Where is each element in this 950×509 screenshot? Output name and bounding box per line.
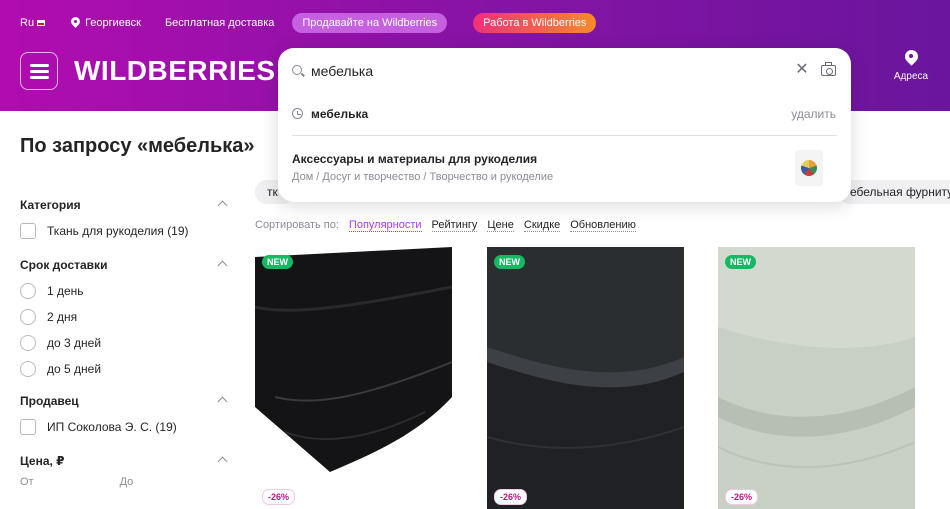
free-delivery-link[interactable]: Бесплатная доставка bbox=[165, 17, 274, 29]
product-card[interactable]: NEW -26% bbox=[487, 247, 684, 509]
search-panel: ✕ мебелька удалить Аксессуары и материал… bbox=[278, 48, 851, 202]
city-selector[interactable]: Георгиевск bbox=[71, 17, 141, 29]
product-card[interactable]: NEW -26% bbox=[255, 247, 452, 509]
filter-option-label: 2 дня bbox=[47, 310, 78, 324]
logo[interactable]: WILDBERRIES bbox=[74, 55, 276, 87]
filter-title: Продавец bbox=[20, 394, 79, 408]
language-selector[interactable]: Ru bbox=[20, 17, 46, 29]
chevron-up-icon bbox=[217, 396, 228, 407]
filter-option-label: ИП Соколова Э. С. (19) bbox=[47, 420, 177, 434]
history-query: мебелька bbox=[311, 107, 369, 121]
filter-option[interactable]: до 3 дней bbox=[20, 330, 230, 356]
work-at-wildberries-button[interactable]: Работа в Wildberries bbox=[473, 13, 597, 33]
sort-option-update[interactable]: Обновлению bbox=[570, 219, 636, 232]
filter-price-header[interactable]: Цена, ₽ bbox=[20, 454, 230, 470]
radio-button[interactable] bbox=[20, 361, 36, 377]
filter-seller-header[interactable]: Продавец bbox=[20, 394, 230, 410]
price-to-field[interactable]: До bbox=[120, 476, 134, 488]
filters-sidebar: Категория Ткань для рукоделия (19) Срок … bbox=[20, 198, 230, 488]
divider bbox=[292, 135, 837, 136]
history-icon bbox=[292, 108, 303, 119]
product-image bbox=[487, 247, 684, 509]
filter-option-label: до 3 дней bbox=[47, 336, 102, 350]
addresses-label: Адреса bbox=[893, 71, 929, 82]
flag-icon bbox=[37, 20, 46, 26]
new-badge: NEW bbox=[725, 255, 756, 269]
city-label: Георгиевск bbox=[85, 17, 141, 29]
filter-delivery-header[interactable]: Срок доставки bbox=[20, 258, 230, 274]
filter-option[interactable]: 1 день bbox=[20, 278, 230, 304]
filter-title: Срок доставки bbox=[20, 258, 108, 272]
search-history-item[interactable]: мебелька удалить bbox=[278, 100, 851, 128]
menu-line bbox=[30, 64, 49, 67]
filter-title: Цена, ₽ bbox=[20, 454, 65, 468]
category-chip[interactable]: ебельная фурниту bbox=[838, 180, 950, 204]
sort-bar: Сортировать по: Популярности Рейтингу Це… bbox=[255, 219, 636, 232]
location-pin-icon bbox=[905, 50, 918, 67]
page-title: По запросу «мебелька» bbox=[20, 135, 255, 157]
filter-option-label: Ткань для рукоделия (19) bbox=[47, 224, 189, 238]
delete-history-link[interactable]: удалить bbox=[791, 107, 836, 121]
new-badge: NEW bbox=[262, 255, 293, 269]
sort-label: Сортировать по: bbox=[255, 219, 339, 231]
suggestion-thumbnail bbox=[795, 150, 823, 186]
search-bar: ✕ bbox=[278, 48, 851, 94]
discount-badge: -26% bbox=[494, 489, 528, 505]
suggestion-path: Дом / Досуг и творчество / Творчество и … bbox=[292, 171, 554, 183]
filter-option-label: до 5 дней bbox=[47, 362, 102, 376]
chevron-up-icon bbox=[217, 260, 228, 271]
discount-badge: -26% bbox=[725, 489, 759, 505]
language-label: Ru bbox=[20, 17, 35, 29]
search-input[interactable] bbox=[311, 61, 781, 81]
price-range: От До bbox=[20, 476, 230, 488]
filter-option[interactable]: Ткань для рукоделия (19) bbox=[20, 218, 230, 244]
product-image bbox=[255, 247, 452, 509]
discount-badge: -26% bbox=[262, 489, 296, 505]
top-bar: Ru Георгиевск Бесплатная доставка Продав… bbox=[20, 12, 597, 34]
sell-on-wildberries-button[interactable]: Продавайте на Wildberries bbox=[292, 13, 448, 33]
filter-option-label: 1 день bbox=[47, 284, 84, 298]
price-from-field[interactable]: От bbox=[20, 476, 34, 488]
sort-option-popularity[interactable]: Популярности bbox=[348, 219, 422, 232]
sort-option-rating[interactable]: Рейтингу bbox=[431, 219, 478, 232]
filter-option[interactable]: 2 дня bbox=[20, 304, 230, 330]
new-badge: NEW bbox=[494, 255, 525, 269]
camera-icon[interactable] bbox=[821, 62, 836, 76]
menu-line bbox=[30, 70, 49, 73]
checkbox[interactable] bbox=[20, 223, 36, 239]
sort-option-discount[interactable]: Скидке bbox=[523, 219, 561, 232]
radio-button[interactable] bbox=[20, 283, 36, 299]
chevron-up-icon bbox=[217, 456, 228, 467]
filter-option[interactable]: до 5 дней bbox=[20, 356, 230, 382]
location-pin-icon bbox=[71, 17, 80, 29]
product-card[interactable]: NEW -26% bbox=[718, 247, 915, 509]
sort-option-price[interactable]: Цене bbox=[487, 219, 514, 232]
menu-line bbox=[30, 76, 49, 79]
suggestion-title: Аксессуары и материалы для рукоделия bbox=[292, 152, 538, 166]
radio-button[interactable] bbox=[20, 335, 36, 351]
product-image bbox=[718, 247, 915, 509]
filter-option[interactable]: ИП Соколова Э. С. (19) bbox=[20, 414, 230, 440]
filter-title: Категория bbox=[20, 198, 81, 212]
close-icon[interactable]: ✕ bbox=[794, 62, 810, 78]
menu-button[interactable] bbox=[20, 52, 58, 90]
addresses-button[interactable]: Адреса bbox=[884, 50, 938, 82]
checkbox[interactable] bbox=[20, 419, 36, 435]
chevron-up-icon bbox=[217, 200, 228, 211]
search-icon bbox=[292, 65, 302, 75]
filter-category-header[interactable]: Категория bbox=[20, 198, 230, 214]
radio-button[interactable] bbox=[20, 309, 36, 325]
